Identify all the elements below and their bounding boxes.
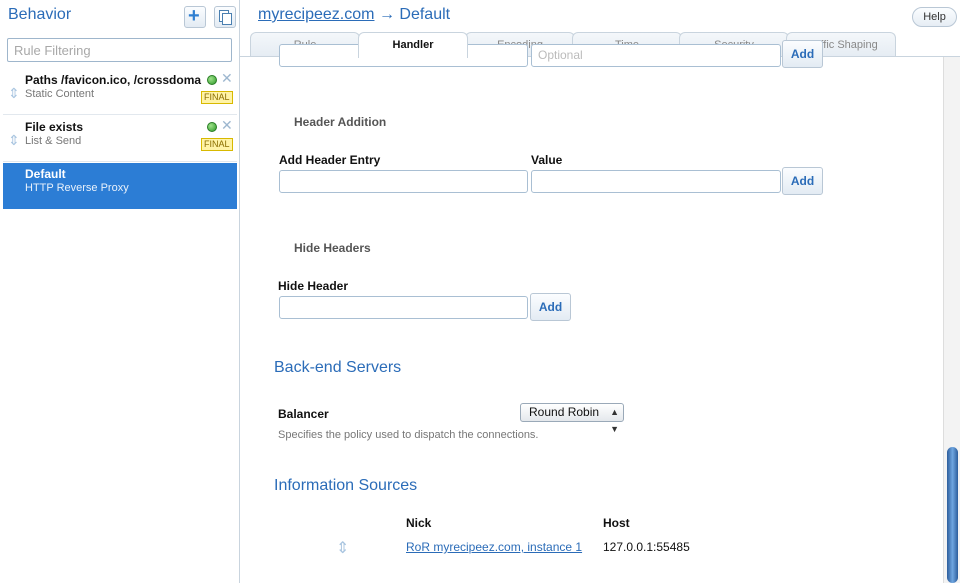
- hide-header-label: Hide Header: [278, 279, 349, 293]
- clone-rule-button[interactable]: [214, 6, 236, 28]
- help-button[interactable]: Help: [912, 7, 957, 27]
- add-rule-button[interactable]: +: [184, 5, 206, 28]
- final-badge[interactable]: FINAL: [201, 91, 233, 104]
- rule-filter-input[interactable]: [7, 38, 232, 62]
- source-nick-link[interactable]: RoR myrecipeez.com, instance 1: [406, 540, 582, 554]
- arrow-icon: →: [378, 6, 395, 23]
- select-arrows-icon: ▲ ▼: [610, 407, 619, 434]
- breadcrumb: myrecipeez.com → Default: [258, 6, 450, 24]
- tab-handler[interactable]: Handler: [358, 32, 468, 58]
- rule-type: HTTP Reverse Proxy: [25, 182, 129, 194]
- final-badge[interactable]: FINAL: [201, 138, 233, 151]
- rule-item-file-exists[interactable]: ⇕ File exists List & Send ✕ FINAL: [3, 116, 237, 162]
- rule-name: File exists: [25, 120, 84, 134]
- rule-type: List & Send: [25, 135, 82, 147]
- rule-name: Paths /favicon.ico, /crossdoma: [25, 73, 202, 87]
- scrollbar-thumb[interactable]: [947, 447, 958, 583]
- backend-servers-title: Back-end Servers: [274, 359, 402, 376]
- rule-type: Static Content: [25, 88, 95, 100]
- app-window: Behavior + ⇕ Paths /favicon.ico, /crossd…: [0, 0, 960, 583]
- balancer-select[interactable]: Round Robin ▲ ▼: [520, 403, 624, 434]
- vserver-link[interactable]: myrecipeez.com: [258, 6, 374, 23]
- hide-header-input[interactable]: [279, 296, 528, 319]
- column-header-nick: Nick: [406, 516, 432, 530]
- header-entry-input[interactable]: [279, 170, 528, 193]
- header-addition-title: Header Addition: [294, 115, 387, 129]
- information-sources-title: Information Sources: [274, 477, 418, 494]
- rule-active-toggle-icon[interactable]: [207, 122, 217, 132]
- sidebar-title: Behavior: [8, 6, 72, 23]
- balancer-value: Round Robin: [529, 405, 600, 419]
- add-header-entry-label: Add Header Entry: [279, 153, 381, 167]
- column-header-host: Host: [603, 516, 630, 530]
- drag-handle-icon[interactable]: ⇕: [336, 538, 349, 558]
- value-label: Value: [531, 153, 563, 167]
- rule-title: Default: [399, 6, 451, 23]
- drag-handle-icon[interactable]: ⇕: [8, 85, 20, 102]
- header-value-input[interactable]: [531, 170, 781, 193]
- drag-handle-icon[interactable]: ⇕: [8, 132, 20, 149]
- add-hide-header-button[interactable]: Add: [530, 293, 571, 321]
- plus-icon: +: [188, 5, 200, 27]
- behavior-sidebar: Behavior + ⇕ Paths /favicon.ico, /crossd…: [0, 0, 240, 583]
- rule-name: Default: [25, 167, 66, 181]
- delete-rule-icon[interactable]: ✕: [221, 70, 233, 87]
- add-header-button[interactable]: Add: [782, 167, 823, 195]
- rule-item-default[interactable]: Default HTTP Reverse Proxy: [3, 163, 237, 209]
- delete-rule-icon[interactable]: ✕: [221, 117, 233, 134]
- source-host: 127.0.0.1:55485: [603, 540, 690, 554]
- rule-active-toggle-icon[interactable]: [207, 75, 217, 85]
- hide-headers-title: Hide Headers: [294, 241, 371, 255]
- balancer-hint: Specifies the policy used to dispatch th…: [278, 429, 539, 441]
- balancer-label: Balancer: [278, 407, 329, 421]
- vertical-scrollbar[interactable]: [943, 57, 960, 583]
- rule-item-paths[interactable]: ⇕ Paths /favicon.ico, /crossdoma Static …: [3, 69, 237, 115]
